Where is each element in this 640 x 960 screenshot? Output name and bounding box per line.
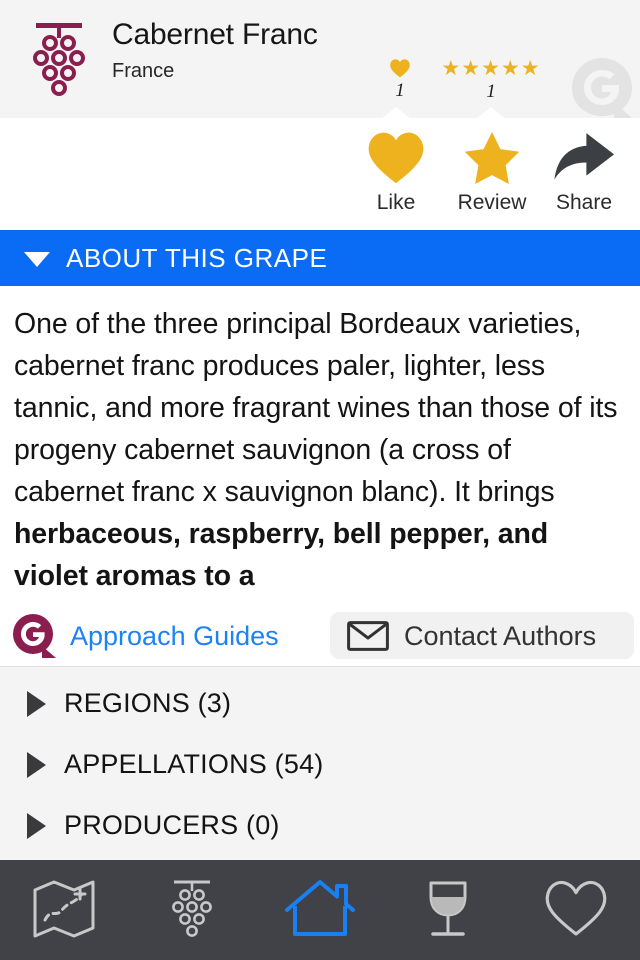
about-this-grape-section-header[interactable]: ABOUT THIS GRAPE (0, 230, 640, 286)
triangle-right-icon (27, 812, 46, 839)
share-button-label: Share (555, 191, 613, 214)
section-row-regions[interactable]: REGIONS (3) (0, 673, 640, 734)
section-list: REGIONS (3) APPELLATIONS (54) PRODUCERS … (0, 667, 640, 860)
grape-description: One of the three principal Bordeaux vari… (0, 286, 640, 597)
tab-grapes[interactable] (128, 860, 256, 960)
rating-count: 1 (486, 81, 496, 102)
page-subtitle: France (112, 60, 175, 82)
section-row-appellations[interactable]: APPELLATIONS (54) (0, 734, 640, 795)
heart-outline-icon (545, 880, 607, 936)
section-row-producers[interactable]: PRODUCERS (0) (0, 795, 640, 856)
rating-stat[interactable]: ★★★★★ 1 (428, 58, 554, 103)
section-label-appellations: APPELLATIONS (54) (64, 749, 324, 779)
description-plain: One of the three principal Bordeaux vari… (14, 308, 618, 508)
approach-guides-g-logo[interactable] (12, 613, 58, 659)
about-this-grape-label: ABOUT THIS GRAPE (66, 242, 328, 273)
triangle-down-icon (24, 251, 50, 267)
star-icon (439, 128, 545, 186)
house-icon (285, 880, 355, 936)
section-label-regions: REGIONS (3) (64, 688, 232, 718)
map-icon (33, 880, 95, 938)
tab-map[interactable] (0, 860, 128, 960)
tab-wines[interactable] (384, 860, 512, 960)
tab-saved[interactable] (512, 860, 640, 960)
header-title-block: Cabernet Franc France (112, 16, 318, 85)
contact-authors-button[interactable]: Contact Authors (330, 612, 634, 659)
action-bar: Like Review Share (0, 107, 640, 230)
approach-guides-g-watermark (572, 58, 632, 118)
review-button[interactable]: Review (439, 128, 545, 216)
like-pointer-icon (381, 107, 411, 119)
like-button[interactable]: Like (343, 128, 449, 216)
heart-icon (343, 128, 449, 186)
contact-authors-label: Contact Authors (404, 620, 597, 651)
page-title: Cabernet Franc (112, 18, 318, 51)
heart-icon (390, 59, 410, 78)
review-button-label: Review (457, 191, 527, 214)
grape-cluster-icon (172, 880, 212, 937)
tab-home[interactable] (256, 860, 384, 960)
like-button-label: Like (376, 191, 416, 214)
share-arrow-icon (531, 128, 637, 186)
approach-guides-link[interactable]: Approach Guides (70, 620, 279, 652)
wine-glass-icon (429, 881, 467, 936)
grape-cluster-icon (33, 23, 85, 96)
description-bold: herbaceous, raspberry, bell pepper, and … (14, 518, 549, 592)
like-count: 1 (395, 80, 405, 101)
share-button[interactable]: Share (531, 128, 637, 216)
envelope-icon (347, 620, 389, 651)
triangle-right-icon (27, 690, 46, 717)
app-screen: Cabernet Franc France 1 ★★★★★ 1 Like Rev… (0, 0, 640, 960)
five-stars-icon: ★★★★★ (441, 57, 541, 80)
triangle-right-icon (27, 751, 46, 778)
section-label-producers: PRODUCERS (0) (64, 810, 280, 840)
review-pointer-icon (476, 107, 506, 119)
author-row: Approach Guides Contact Authors (0, 604, 640, 666)
page-header: Cabernet Franc France 1 ★★★★★ 1 (0, 0, 640, 118)
like-stat[interactable]: 1 (380, 58, 420, 102)
about-this-grape-content: One of the three principal Bordeaux vari… (0, 286, 640, 604)
bottom-tab-bar (0, 860, 640, 960)
